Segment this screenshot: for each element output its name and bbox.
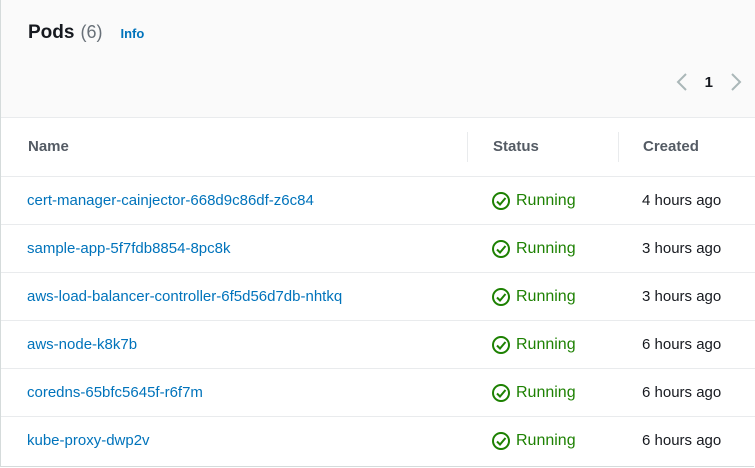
pod-count: (6) [80, 22, 103, 42]
pod-name-link[interactable]: cert-manager-cainjector-668d9c86df-z6c84 [27, 192, 314, 209]
table-row: cert-manager-cainjector-668d9c86df-z6c84… [1, 177, 755, 225]
chevron-right-icon [731, 73, 742, 91]
table-row: kube-proxy-dwp2v Running 6 hours ago [1, 417, 755, 465]
panel-header: Pods (6) Info 1 [1, 0, 755, 118]
created-time: 3 hours ago [642, 240, 722, 257]
next-page-button[interactable] [725, 70, 747, 94]
pod-name-link[interactable]: kube-proxy-dwp2v [27, 432, 150, 449]
created-time: 6 hours ago [642, 384, 722, 401]
title-row: Pods (6) Info [28, 22, 144, 44]
table-row: sample-app-5f7fdb8854-8pc8k Running 3 hour… [1, 225, 755, 273]
status-text: Running [516, 192, 576, 209]
status-text: Running [516, 288, 576, 305]
created-time: 6 hours ago [642, 336, 722, 353]
page-title: Pods [28, 22, 75, 43]
pod-name-link[interactable]: aws-node-k8k7b [27, 336, 137, 353]
status-indicator: Running [491, 239, 576, 259]
current-page-number[interactable]: 1 [705, 74, 713, 91]
table-row: aws-load-balancer-controller-6f5d56d7db-… [1, 273, 755, 321]
check-circle-icon [492, 432, 510, 450]
check-circle-icon [492, 384, 510, 402]
check-circle-icon [492, 288, 510, 306]
status-indicator: Running [491, 431, 576, 451]
table-row: coredns-65bfc5645f-r6f7m Running 6 hours a… [1, 369, 755, 417]
table-header: Name Status Created [1, 118, 755, 177]
info-link[interactable]: Info [120, 26, 144, 41]
previous-page-button[interactable] [671, 70, 693, 94]
status-text: Running [516, 336, 576, 353]
status-indicator: Running [491, 191, 576, 211]
pods-panel: Pods (6) Info 1 Name Status Created cert… [0, 0, 755, 467]
column-divider[interactable] [467, 132, 468, 162]
created-time: 3 hours ago [642, 288, 722, 305]
created-time: 4 hours ago [642, 192, 722, 209]
check-circle-icon [492, 192, 510, 210]
created-time: 6 hours ago [642, 432, 722, 449]
status-indicator: Running [491, 287, 576, 307]
column-header-name[interactable]: Name [28, 138, 69, 155]
status-indicator: Running [491, 335, 576, 355]
check-circle-icon [492, 336, 510, 354]
column-header-created[interactable]: Created [643, 138, 699, 155]
status-indicator: Running [491, 383, 576, 403]
check-circle-icon [492, 240, 510, 258]
pod-name-link[interactable]: coredns-65bfc5645f-r6f7m [27, 384, 203, 401]
status-text: Running [516, 240, 576, 257]
status-text: Running [516, 384, 576, 401]
pod-name-link[interactable]: sample-app-5f7fdb8854-8pc8k [27, 240, 230, 257]
pod-name-link[interactable]: aws-load-balancer-controller-6f5d56d7db-… [27, 288, 342, 305]
table-row: aws-node-k8k7b Running 6 hours ago [1, 321, 755, 369]
pagination: 1 [671, 70, 747, 94]
column-divider[interactable] [618, 132, 619, 162]
column-header-status[interactable]: Status [493, 138, 539, 155]
chevron-left-icon [676, 73, 687, 91]
status-text: Running [516, 432, 576, 449]
